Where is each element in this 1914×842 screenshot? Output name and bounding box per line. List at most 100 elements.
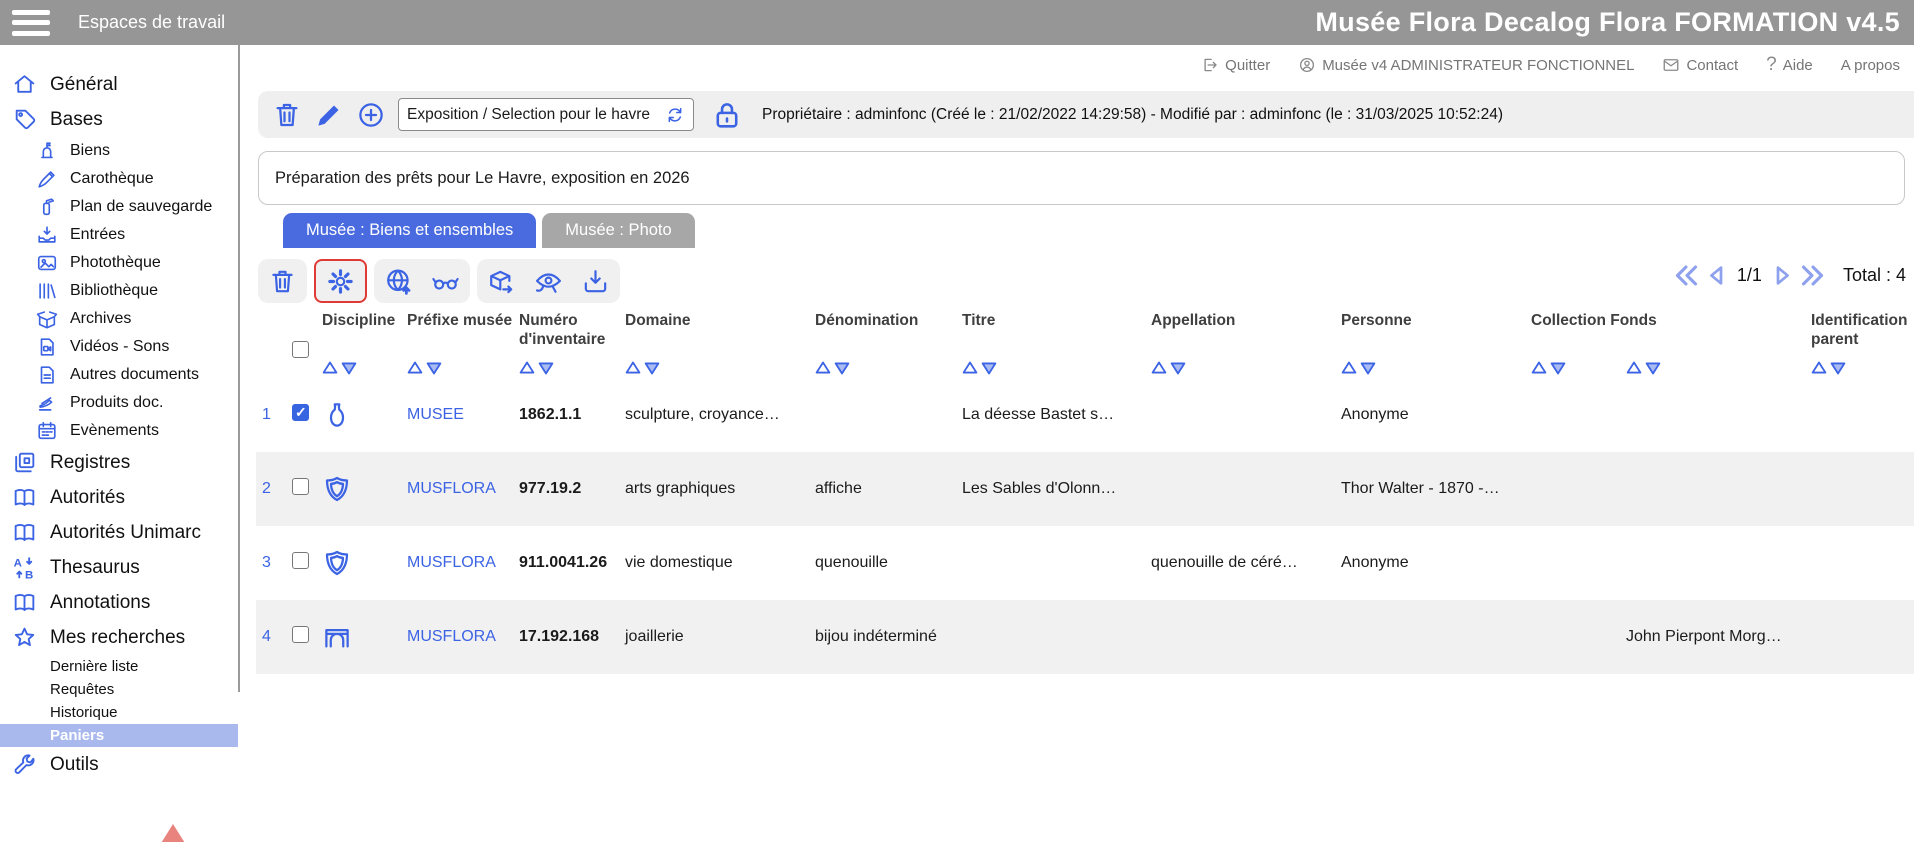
sidebar-item-plan-de-sauvegarde[interactable]: Plan de sauvegarde: [0, 193, 240, 221]
view-selection-button[interactable]: [431, 267, 460, 296]
sidebar-item-label: Autres documents: [70, 366, 199, 384]
download-button[interactable]: [581, 267, 610, 296]
sidebar-item-derniere-liste[interactable]: Dernière liste: [0, 655, 240, 678]
sidebar-item-biens[interactable]: Biens: [0, 137, 240, 165]
row-checkbox[interactable]: [292, 404, 309, 421]
results-body: 1 MUSEE 1862.1.1 sculpture, croyance… La…: [240, 378, 1914, 674]
sidebar-item-label: Bases: [50, 109, 103, 131]
museum-prefix-link[interactable]: MUSFLORA: [401, 554, 513, 572]
aide-button[interactable]: ? Aide: [1766, 54, 1813, 76]
tab-biens-et-ensembles[interactable]: Musée : Biens et ensembles: [283, 213, 536, 248]
row-number[interactable]: 4: [256, 628, 286, 646]
sidebar-item-historique[interactable]: Historique: [0, 701, 240, 724]
next-page-icon[interactable]: [1769, 262, 1796, 289]
sort-asc-icon[interactable]: [1811, 360, 1827, 376]
sort-desc-icon[interactable]: [834, 360, 850, 376]
registers-icon: [12, 450, 37, 475]
sidebar-item-label: Registres: [50, 452, 130, 474]
sort-desc-icon[interactable]: [426, 360, 442, 376]
sidebar-item-thesaurus[interactable]: ABThesaurus: [0, 550, 240, 585]
sort-asc-icon[interactable]: [1151, 360, 1167, 376]
sidebar-item-carotheque[interactable]: Carothèque: [0, 165, 240, 193]
sort-desc-icon[interactable]: [538, 360, 554, 376]
museum-prefix-link[interactable]: MUSEE: [401, 406, 513, 424]
sort-desc-icon[interactable]: [1360, 360, 1376, 376]
sidebar-item-requetes[interactable]: Requêtes: [0, 678, 240, 701]
contact-button[interactable]: Contact: [1662, 56, 1738, 74]
sidebar-item-label: Paniers: [50, 727, 104, 744]
main-panel: Quitter Musée v4 ADMINISTRATEUR FONCTION…: [240, 45, 1914, 842]
sidebar-item-label: Autorités Unimarc: [50, 522, 201, 544]
sidebar-item-autres-documents[interactable]: Autres documents: [0, 361, 240, 389]
sort-asc-icon[interactable]: [322, 360, 338, 376]
last-page-icon[interactable]: [1799, 262, 1826, 289]
quitter-button[interactable]: Quitter: [1201, 56, 1270, 74]
lock-icon[interactable]: [710, 98, 744, 132]
row-checkbox[interactable]: [292, 626, 309, 643]
row-checkbox[interactable]: [292, 552, 309, 569]
apropos-button[interactable]: A propos: [1841, 57, 1900, 74]
row-number[interactable]: 2: [256, 480, 286, 498]
sidebar-item-registres[interactable]: Registres: [0, 445, 240, 480]
sidebar-item-bibliotheque[interactable]: Bibliothèque: [0, 277, 240, 305]
sidebar-item-label: Autorités: [50, 487, 125, 509]
sidebar-item-videos-sons[interactable]: Vidéos - Sons: [0, 333, 240, 361]
sort-asc-icon[interactable]: [1341, 360, 1357, 376]
results-header: Discipline Préfixe musée Numéro d'invent…: [256, 310, 1914, 378]
delete-selection-button[interactable]: [268, 267, 297, 296]
publish-web-button[interactable]: [384, 267, 413, 296]
horus-view-button[interactable]: [534, 267, 563, 296]
workspace-label[interactable]: Espaces de travail: [78, 12, 225, 33]
sidebar-item-bases[interactable]: Bases: [0, 102, 240, 137]
sidebar-item-autorites[interactable]: Autorités: [0, 480, 240, 515]
sort-asc-icon[interactable]: [625, 360, 641, 376]
sidebar-item-archives[interactable]: Archives: [0, 305, 240, 333]
sort-asc-icon[interactable]: [1626, 360, 1642, 376]
export-box-button[interactable]: [487, 267, 516, 296]
sidebar-item-paniers[interactable]: Paniers: [0, 724, 238, 747]
menu-icon[interactable]: [12, 10, 50, 36]
museum-prefix-link[interactable]: MUSFLORA: [401, 628, 513, 646]
sort-desc-icon[interactable]: [1645, 360, 1661, 376]
sidebar-item-phototheque[interactable]: Photothèque: [0, 249, 240, 277]
tab-photo[interactable]: Musée : Photo: [542, 213, 694, 248]
basket-select[interactable]: Exposition / Selection pour le havre: [398, 98, 694, 131]
sort-desc-icon[interactable]: [341, 360, 357, 376]
sort-asc-icon[interactable]: [962, 360, 978, 376]
sort-asc-icon[interactable]: [407, 360, 423, 376]
edit-basket-button[interactable]: [314, 100, 344, 130]
column-header-domaine: Domaine: [625, 310, 809, 358]
sidebar-item-mes-recherches[interactable]: Mes recherches: [0, 620, 240, 655]
sort-desc-icon[interactable]: [1170, 360, 1186, 376]
sidebar-item-evenements[interactable]: Evènements: [0, 417, 240, 445]
sort-desc-icon[interactable]: [981, 360, 997, 376]
extinguisher-icon: [36, 196, 58, 218]
sort-asc-icon[interactable]: [1531, 360, 1547, 376]
actions-gear-button[interactable]: [326, 267, 355, 296]
first-page-icon[interactable]: [1673, 262, 1700, 289]
row-checkbox[interactable]: [292, 478, 309, 495]
sort-asc-icon[interactable]: [519, 360, 535, 376]
user-account-button[interactable]: Musée v4 ADMINISTRATEUR FONCTIONNEL: [1298, 56, 1634, 74]
scroll-indicator-icon[interactable]: [158, 824, 188, 842]
sidebar-item-outils[interactable]: Outils: [0, 747, 240, 782]
sidebar-item-autorites-unimarc[interactable]: Autorités Unimarc: [0, 515, 240, 550]
sort-asc-icon[interactable]: [815, 360, 831, 376]
row-number[interactable]: 3: [256, 554, 286, 572]
delete-basket-button[interactable]: [272, 100, 302, 130]
sidebar-item-annotations[interactable]: Annotations: [0, 585, 240, 620]
prev-page-icon[interactable]: [1703, 262, 1730, 289]
select-all-checkbox[interactable]: [292, 341, 309, 358]
museum-prefix-link[interactable]: MUSFLORA: [401, 480, 513, 498]
sort-desc-icon[interactable]: [1830, 360, 1846, 376]
refresh-icon[interactable]: [665, 105, 685, 125]
sidebar-item-general[interactable]: Général: [0, 67, 240, 102]
titre-cell: Les Sables d'Olonn…: [956, 480, 1145, 498]
sidebar-item-entrees[interactable]: Entrées: [0, 221, 240, 249]
sort-desc-icon[interactable]: [1550, 360, 1566, 376]
sidebar-item-produits-doc[interactable]: Produits doc.: [0, 389, 240, 417]
row-number[interactable]: 1: [256, 406, 286, 424]
sort-desc-icon[interactable]: [644, 360, 660, 376]
basket-description[interactable]: Préparation des prêts pour Le Havre, exp…: [258, 151, 1905, 205]
add-basket-button[interactable]: [356, 100, 386, 130]
